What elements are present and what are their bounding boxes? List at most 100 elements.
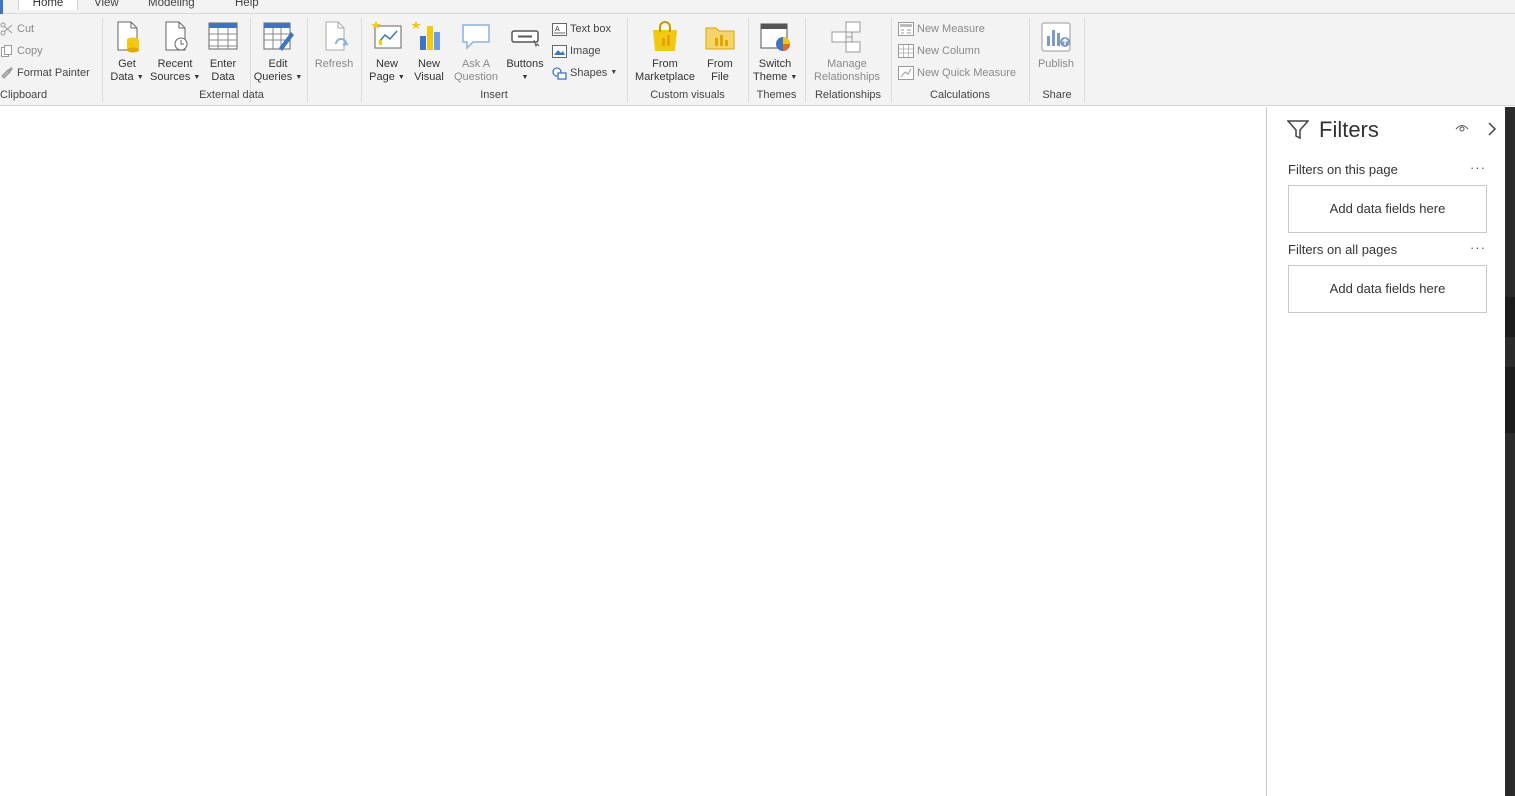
paintbrush-icon	[1, 67, 13, 79]
ribbon-tab-strip: Home View Modeling Help	[0, 0, 1515, 14]
text-box-label: Text box	[570, 23, 611, 35]
image-label: Image	[570, 45, 601, 57]
relationships-icon	[831, 21, 861, 53]
buttons-button[interactable]: Buttons ▼	[503, 20, 547, 84]
from-marketplace-label-2: Marketplace	[635, 71, 695, 83]
more-options-icon[interactable]: ···	[1470, 160, 1486, 175]
new-quick-measure-label: New Quick Measure	[917, 67, 1017, 79]
new-page-button[interactable]: New Page ▼	[367, 20, 407, 84]
new-column-button[interactable]: New Column	[898, 42, 980, 60]
shapes-button[interactable]: Shapes ▼	[552, 64, 617, 82]
shapes-label: Shapes	[570, 67, 608, 79]
publish-label: Publish	[1037, 58, 1075, 70]
switch-theme-button[interactable]: Switch Theme ▼	[753, 20, 797, 84]
enter-data-button[interactable]: Enter Data	[204, 20, 242, 84]
group-divider	[891, 18, 892, 102]
format-painter-button[interactable]: Format Painter	[0, 64, 90, 82]
group-divider	[1084, 18, 1085, 102]
group-divider	[1029, 18, 1030, 102]
tab-home[interactable]: Home	[18, 0, 78, 10]
share-group-label: Share	[1042, 89, 1072, 101]
get-data-label-1: Get	[118, 58, 136, 70]
get-data-label-2: Data	[110, 71, 134, 83]
folder-icon	[705, 27, 735, 50]
new-visual-button[interactable]: New Visual	[410, 20, 448, 84]
svg-text:A: A	[555, 26, 560, 33]
tab-view-label: View	[94, 0, 119, 9]
manage-relationships-label-1: Manage	[827, 58, 867, 70]
page-filters-drop-well[interactable]: Add data fields here	[1288, 185, 1487, 233]
theme-icon	[760, 23, 790, 51]
report-canvas[interactable]	[0, 107, 1266, 796]
new-visual-label-2: Visual	[414, 71, 444, 83]
funnel-icon	[1287, 120, 1309, 140]
new-column-label: New Column	[917, 45, 980, 57]
image-icon	[552, 44, 567, 58]
publish-icon	[1041, 22, 1071, 52]
buttons-label: Buttons	[506, 58, 544, 70]
eye-icon[interactable]	[1455, 123, 1469, 133]
dropdown-caret-icon: ▼	[521, 74, 529, 81]
publish-button[interactable]: Publish	[1034, 20, 1078, 71]
tab-modeling[interactable]: Modeling	[148, 0, 195, 14]
refresh-button[interactable]: Refresh	[312, 20, 356, 71]
from-file-label-2: File	[711, 71, 729, 83]
group-divider	[102, 18, 103, 102]
group-divider	[805, 18, 806, 102]
new-quick-measure-button[interactable]: New Quick Measure	[898, 64, 1016, 82]
group-divider	[361, 18, 362, 102]
copy-label: Copy	[17, 45, 43, 57]
filters-title: Filters	[1319, 117, 1379, 142]
get-data-icon	[117, 21, 139, 53]
pane-tab[interactable]	[1505, 297, 1515, 337]
ribbon: Cut Copy Format Painter Clipboard Get Da…	[0, 14, 1515, 106]
bar-chart-icon	[412, 21, 440, 50]
tab-help[interactable]: Help	[235, 0, 259, 14]
cut-button[interactable]: Cut	[0, 20, 34, 38]
quick-measure-icon	[898, 66, 914, 80]
ask-question-label-2: Question	[453, 71, 499, 83]
image-button[interactable]: Image	[552, 42, 601, 60]
collapsed-panes-bar[interactable]	[1505, 107, 1515, 796]
more-options-icon[interactable]: ···	[1470, 240, 1486, 255]
themes-group-label: Themes	[756, 89, 797, 101]
new-page-label-2: Page	[369, 71, 395, 83]
clipboard-group-label: Clipboard	[0, 89, 48, 101]
all-pages-filters-drop-well[interactable]: Add data fields here	[1288, 265, 1487, 313]
tab-view[interactable]: View	[94, 0, 119, 14]
switch-theme-label-2: Theme	[753, 71, 788, 83]
shapes-icon	[552, 66, 567, 80]
dropdown-caret-icon: ▼	[193, 74, 201, 81]
text-box-button[interactable]: A Text box	[552, 20, 611, 38]
new-measure-button[interactable]: New Measure	[898, 20, 985, 38]
from-marketplace-label-1: From	[652, 58, 678, 70]
filters-on-this-page-label: Filters on this page	[1288, 162, 1398, 177]
calculator-icon	[898, 22, 914, 36]
filters-pane: Filters Filters on this page ··· Add dat…	[1266, 107, 1505, 796]
manage-relationships-label-2: Relationships	[813, 71, 881, 83]
format-painter-label: Format Painter	[17, 67, 90, 79]
manage-relationships-button[interactable]: Manage Relationships	[810, 20, 884, 84]
recent-sources-icon	[165, 21, 188, 51]
refresh-label: Refresh	[314, 58, 354, 70]
file-tab-edge[interactable]	[0, 0, 3, 14]
copy-button[interactable]: Copy	[0, 42, 43, 60]
pane-tab[interactable]	[1505, 367, 1515, 433]
group-divider	[627, 18, 628, 102]
from-file-label-1: From	[707, 58, 733, 70]
dropdown-caret-icon: ▼	[397, 74, 405, 81]
text-box-icon: A	[552, 22, 567, 36]
edit-queries-button[interactable]: Edit Queries ▼	[253, 20, 303, 84]
chevron-right-icon[interactable]	[1487, 122, 1497, 136]
edit-queries-label-2: Queries	[253, 71, 293, 83]
ask-question-button[interactable]: Ask A Question	[452, 20, 500, 84]
from-file-button[interactable]: From File	[702, 20, 738, 84]
dropdown-caret-icon: ▼	[610, 69, 618, 76]
enter-data-label-2: Data	[211, 71, 235, 83]
recent-sources-label-1: Recent	[157, 58, 193, 70]
get-data-button[interactable]: Get Data ▼	[109, 20, 145, 84]
edit-queries-icon	[263, 22, 294, 51]
from-marketplace-button[interactable]: From Marketplace	[632, 20, 698, 84]
new-measure-label: New Measure	[917, 23, 985, 35]
recent-sources-button[interactable]: Recent Sources ▼	[150, 20, 200, 84]
